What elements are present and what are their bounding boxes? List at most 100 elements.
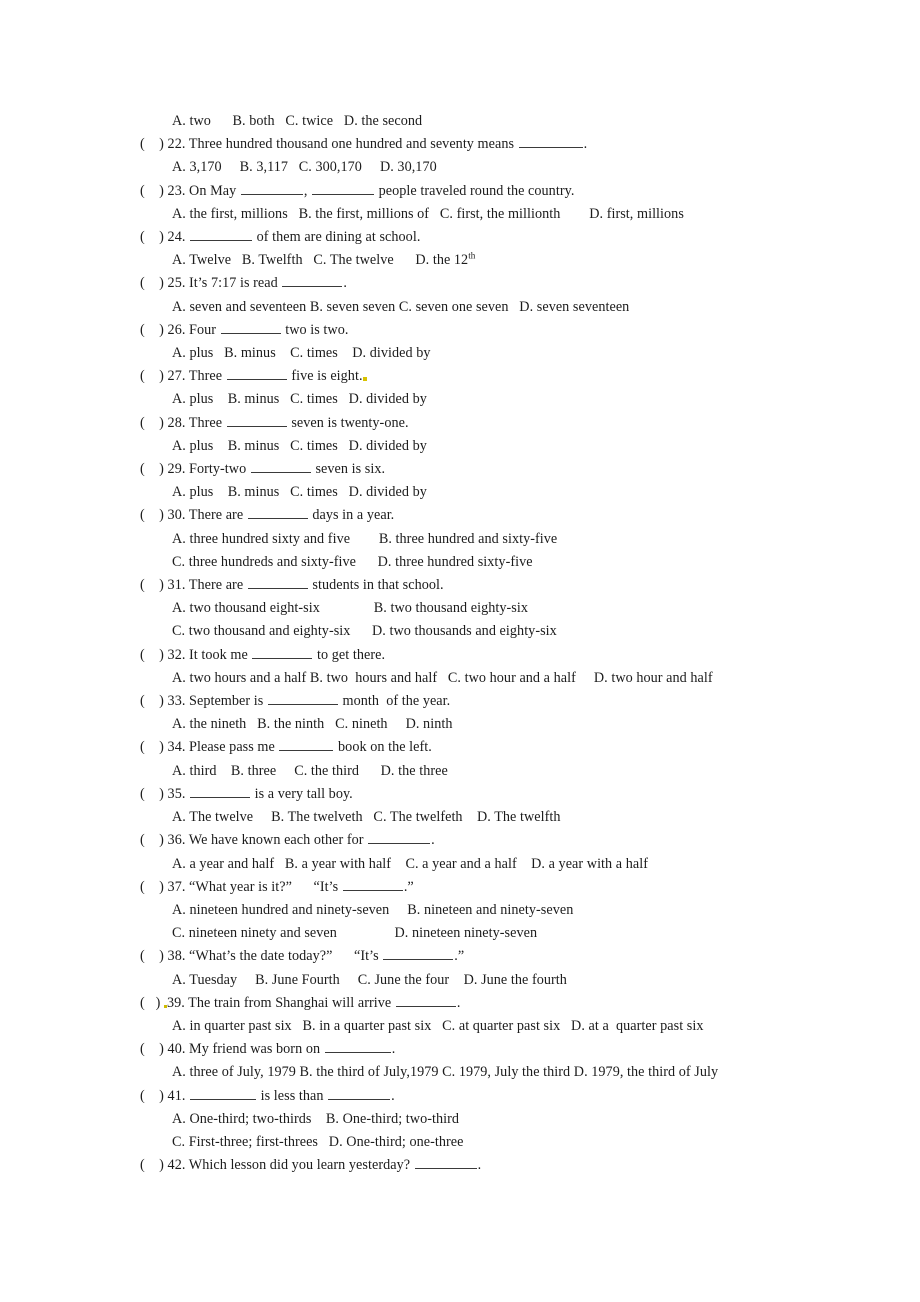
answer-box-27[interactable]: ( )	[140, 368, 168, 384]
answer-box-26[interactable]: ( )	[140, 322, 168, 338]
question-number-29: 29.	[167, 461, 186, 478]
answer-box-34[interactable]: ( )	[140, 739, 168, 755]
answer-box-31[interactable]: ( )	[140, 577, 168, 593]
blank-36[interactable]	[368, 830, 431, 845]
question-number-31: 31.	[167, 577, 186, 594]
blank-38[interactable]	[383, 946, 454, 961]
question-tail-33: month of the year.	[338, 693, 451, 710]
question-number-34: 34.	[167, 739, 186, 756]
blank-37[interactable]	[342, 877, 403, 891]
answer-box-23[interactable]: ( )	[140, 183, 168, 199]
question-tail-29: seven is six.	[311, 461, 386, 478]
blank-22[interactable]	[518, 134, 583, 149]
blank-33[interactable]	[267, 691, 338, 706]
options-23: A. the first, millions B. the first, mil…	[172, 205, 684, 222]
answer-box-24[interactable]: ( )	[140, 229, 168, 245]
blank-30[interactable]	[247, 505, 308, 520]
question-number-36: 36.	[167, 832, 186, 849]
answer-box-25[interactable]: ( )	[140, 275, 168, 291]
blank-28[interactable]	[226, 413, 287, 427]
question-number-37: 37.	[167, 878, 186, 895]
question-tail-37: .”	[403, 878, 414, 895]
question-33: ( ) 33. September is month of the year.	[140, 690, 740, 713]
blank-25[interactable]	[282, 273, 343, 288]
question-stem-42: Which lesson did you learn yesterday?	[185, 1157, 414, 1174]
question-tail-35: is a very tall boy.	[251, 785, 353, 802]
question-tail-27: five is eight.	[287, 368, 363, 385]
question-stem-34: Please pass me	[185, 739, 279, 756]
question-stem-24	[185, 229, 189, 245]
blank-41a[interactable]	[190, 1085, 257, 1100]
question-tail-39: .	[456, 994, 461, 1011]
answer-box-36[interactable]: ( )	[140, 832, 168, 848]
answer-box-32[interactable]: ( )	[140, 647, 168, 663]
question-36: ( ) 36. We have known each other for .	[140, 829, 740, 852]
blank-23b[interactable]	[312, 181, 375, 195]
answer-box-30[interactable]: ( )	[140, 507, 168, 523]
question-stem-25: It’s 7:17 is read	[185, 275, 282, 292]
blank-24[interactable]	[190, 227, 253, 242]
options-36: A. a year and half B. a year with half C…	[172, 855, 648, 872]
options-31-row2: C. two thousand and eighty-six D. two th…	[172, 623, 557, 640]
options-33: A. the nineth B. the ninth C. nineth D. …	[172, 716, 453, 733]
question-28: ( ) 28. Three seven is twenty-one.	[140, 412, 740, 435]
question-mid-23: ,	[303, 182, 312, 199]
options-24-text: A. Twelve B. Twelfth C. The twelve D. th…	[172, 252, 469, 269]
question-32: ( ) 32. It took me to get there.	[140, 644, 740, 667]
question-number-30: 30.	[167, 507, 186, 524]
question-tail-26: two is two.	[281, 321, 349, 338]
blank-34[interactable]	[279, 737, 334, 752]
question-22: ( ) 22. Three hundred thousand one hundr…	[140, 133, 740, 156]
answer-box-39[interactable]: ( )	[140, 995, 164, 1011]
question-stem-37: “What year is it?” “It’s	[185, 878, 342, 895]
blank-41b[interactable]	[328, 1085, 391, 1100]
answer-box-35[interactable]: ( )	[140, 786, 168, 802]
question-stem-33: September is	[185, 693, 267, 710]
question-27: ( ) 27. Three five is eight.	[140, 365, 740, 388]
options-41-row2: C. First-three; first-threes D. One-thir…	[172, 1133, 464, 1150]
options-30-row2: C. three hundreds and sixty-five D. thre…	[172, 553, 533, 570]
blank-40[interactable]	[324, 1039, 391, 1054]
answer-box-29[interactable]: ( )	[140, 461, 168, 477]
answer-box-28[interactable]: ( )	[140, 415, 168, 431]
question-number-41: 41.	[167, 1087, 186, 1104]
question-34: ( ) 34. Please pass me book on the left.	[140, 736, 740, 759]
blank-35[interactable]	[190, 784, 251, 798]
blank-26[interactable]	[220, 320, 281, 334]
question-tail-24: of them are dining at school.	[253, 229, 421, 246]
blank-31[interactable]	[247, 575, 308, 590]
options-41-row1: A. One-third; two-thirds B. One-third; t…	[172, 1110, 460, 1127]
blank-32[interactable]	[252, 645, 313, 659]
answer-box-42[interactable]: ( )	[140, 1157, 168, 1173]
scan-artifact-mark	[362, 377, 367, 382]
answer-box-33[interactable]: ( )	[140, 693, 168, 709]
question-tail-28: seven is twenty-one.	[287, 414, 409, 431]
blank-27[interactable]	[226, 366, 287, 381]
options-25: A. seven and seventeen B. seven seven C.…	[172, 298, 630, 315]
orphan-option-line: A. two B. both C. twice D. the second	[172, 113, 423, 129]
question-stem-38: “What’s the date today?” “It’s	[185, 948, 383, 965]
blank-29[interactable]	[250, 459, 311, 474]
question-number-39: 39.	[166, 994, 185, 1011]
question-38: ( ) 38. “What’s the date today?” “It’s .…	[140, 945, 740, 968]
blank-42[interactable]	[414, 1155, 477, 1170]
question-tail-36: .	[431, 832, 435, 849]
question-tail-32: to get there.	[313, 646, 386, 663]
question-31: ( ) 31. There are students in that schoo…	[140, 574, 740, 597]
options-28: A. plus B. minus C. times D. divided by	[172, 437, 427, 454]
answer-box-40[interactable]: ( )	[140, 1041, 168, 1057]
options-30-row1: A. three hundred sixty and five B. three…	[172, 530, 558, 547]
question-42: ( ) 42. Which lesson did you learn yeste…	[140, 1154, 740, 1177]
question-stem-41	[185, 1088, 189, 1104]
answer-box-41[interactable]: ( )	[140, 1088, 168, 1104]
question-35: ( ) 35. is a very tall boy.	[140, 783, 740, 806]
blank-39[interactable]	[395, 993, 456, 1007]
question-number-24: 24.	[167, 229, 186, 246]
blank-23a[interactable]	[240, 181, 303, 195]
answer-box-38[interactable]: ( )	[140, 948, 168, 964]
answer-box-22[interactable]: ( )	[140, 136, 168, 152]
options-35: A. The twelve B. The twelveth C. The twe…	[172, 809, 561, 826]
question-stem-27: Three	[185, 368, 226, 385]
answer-box-37[interactable]: ( )	[140, 879, 168, 895]
question-number-38: 38.	[167, 948, 186, 965]
